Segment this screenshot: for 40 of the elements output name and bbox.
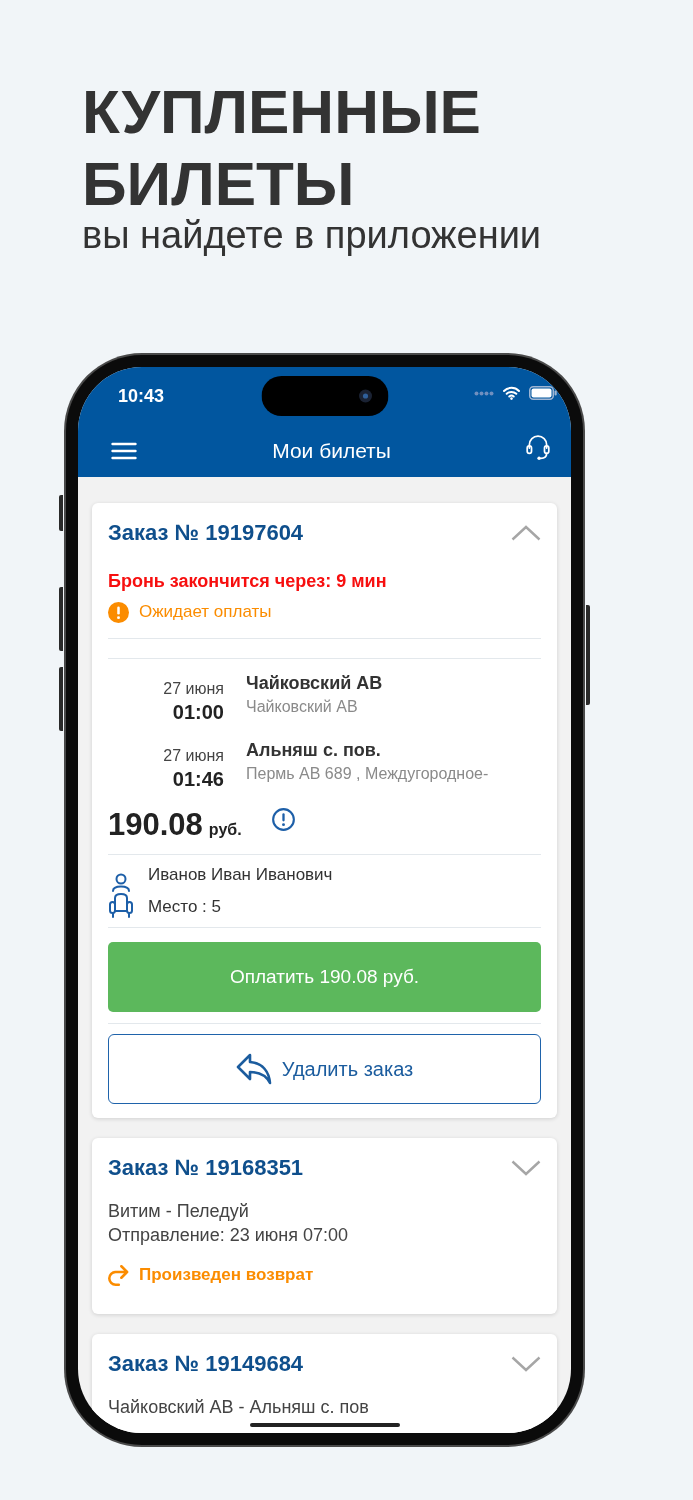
status-time: 10:43: [118, 385, 165, 407]
passenger-name: Иванов Иван Иванович: [148, 864, 333, 886]
price-amount: 190.08: [108, 807, 203, 843]
menu-icon[interactable]: [111, 442, 137, 460]
stop-time: 01:46: [172, 767, 224, 791]
seat-number: Место : 5: [148, 896, 221, 918]
stop-time: 01:00: [172, 700, 224, 724]
order-title: Заказ № 19149684: [108, 1350, 304, 1378]
order-status: Ожидает оплаты: [139, 601, 272, 623]
route-text: Витим - Пеледуй: [108, 1200, 249, 1223]
side-button[interactable]: [59, 667, 63, 731]
screen-title: Мои билеты: [272, 438, 391, 464]
curved-arrow-icon: [108, 1264, 129, 1286]
departure-text: Отправление: 23 июня 07:00: [108, 1224, 348, 1247]
order-title: Заказ № 19197604: [108, 519, 304, 547]
stop-name: Чайковский АВ: [246, 672, 383, 695]
reservation-timer: Бронь закончится через: 9 мин: [108, 570, 387, 593]
stop-detail: Чайковский АВ: [246, 697, 358, 717]
headset-icon[interactable]: [526, 433, 550, 461]
chevron-up-icon[interactable]: [511, 525, 541, 541]
delete-order-button[interactable]: Удалить заказ: [108, 1034, 541, 1104]
battery-icon: [529, 386, 557, 400]
chevron-down-icon[interactable]: [511, 1356, 541, 1372]
wifi-icon: [502, 386, 521, 400]
exclamation-icon: [108, 601, 129, 623]
order-status: Произведен возврат: [139, 1264, 314, 1286]
chevron-down-icon[interactable]: [511, 1160, 541, 1176]
stop-date: 27 июня: [163, 679, 224, 699]
passenger-seat-icon: [108, 873, 134, 919]
order-title: Заказ № 19168351: [108, 1154, 304, 1182]
price-currency: руб.: [208, 820, 242, 840]
side-button[interactable]: [59, 495, 63, 531]
side-button[interactable]: [59, 587, 63, 651]
stop-date: 27 июня: [163, 746, 224, 766]
stop-name: Альняш с. пов.: [246, 739, 381, 762]
reply-arrow-icon: [235, 1053, 272, 1085]
route-text: Чайковский АВ - Альняш с. пов: [108, 1396, 369, 1419]
exclamation-circle-icon[interactable]: [271, 807, 295, 831]
stop-detail: Пермь АВ 689 , Междугородное-: [246, 764, 489, 784]
signal-icon: [474, 390, 494, 396]
